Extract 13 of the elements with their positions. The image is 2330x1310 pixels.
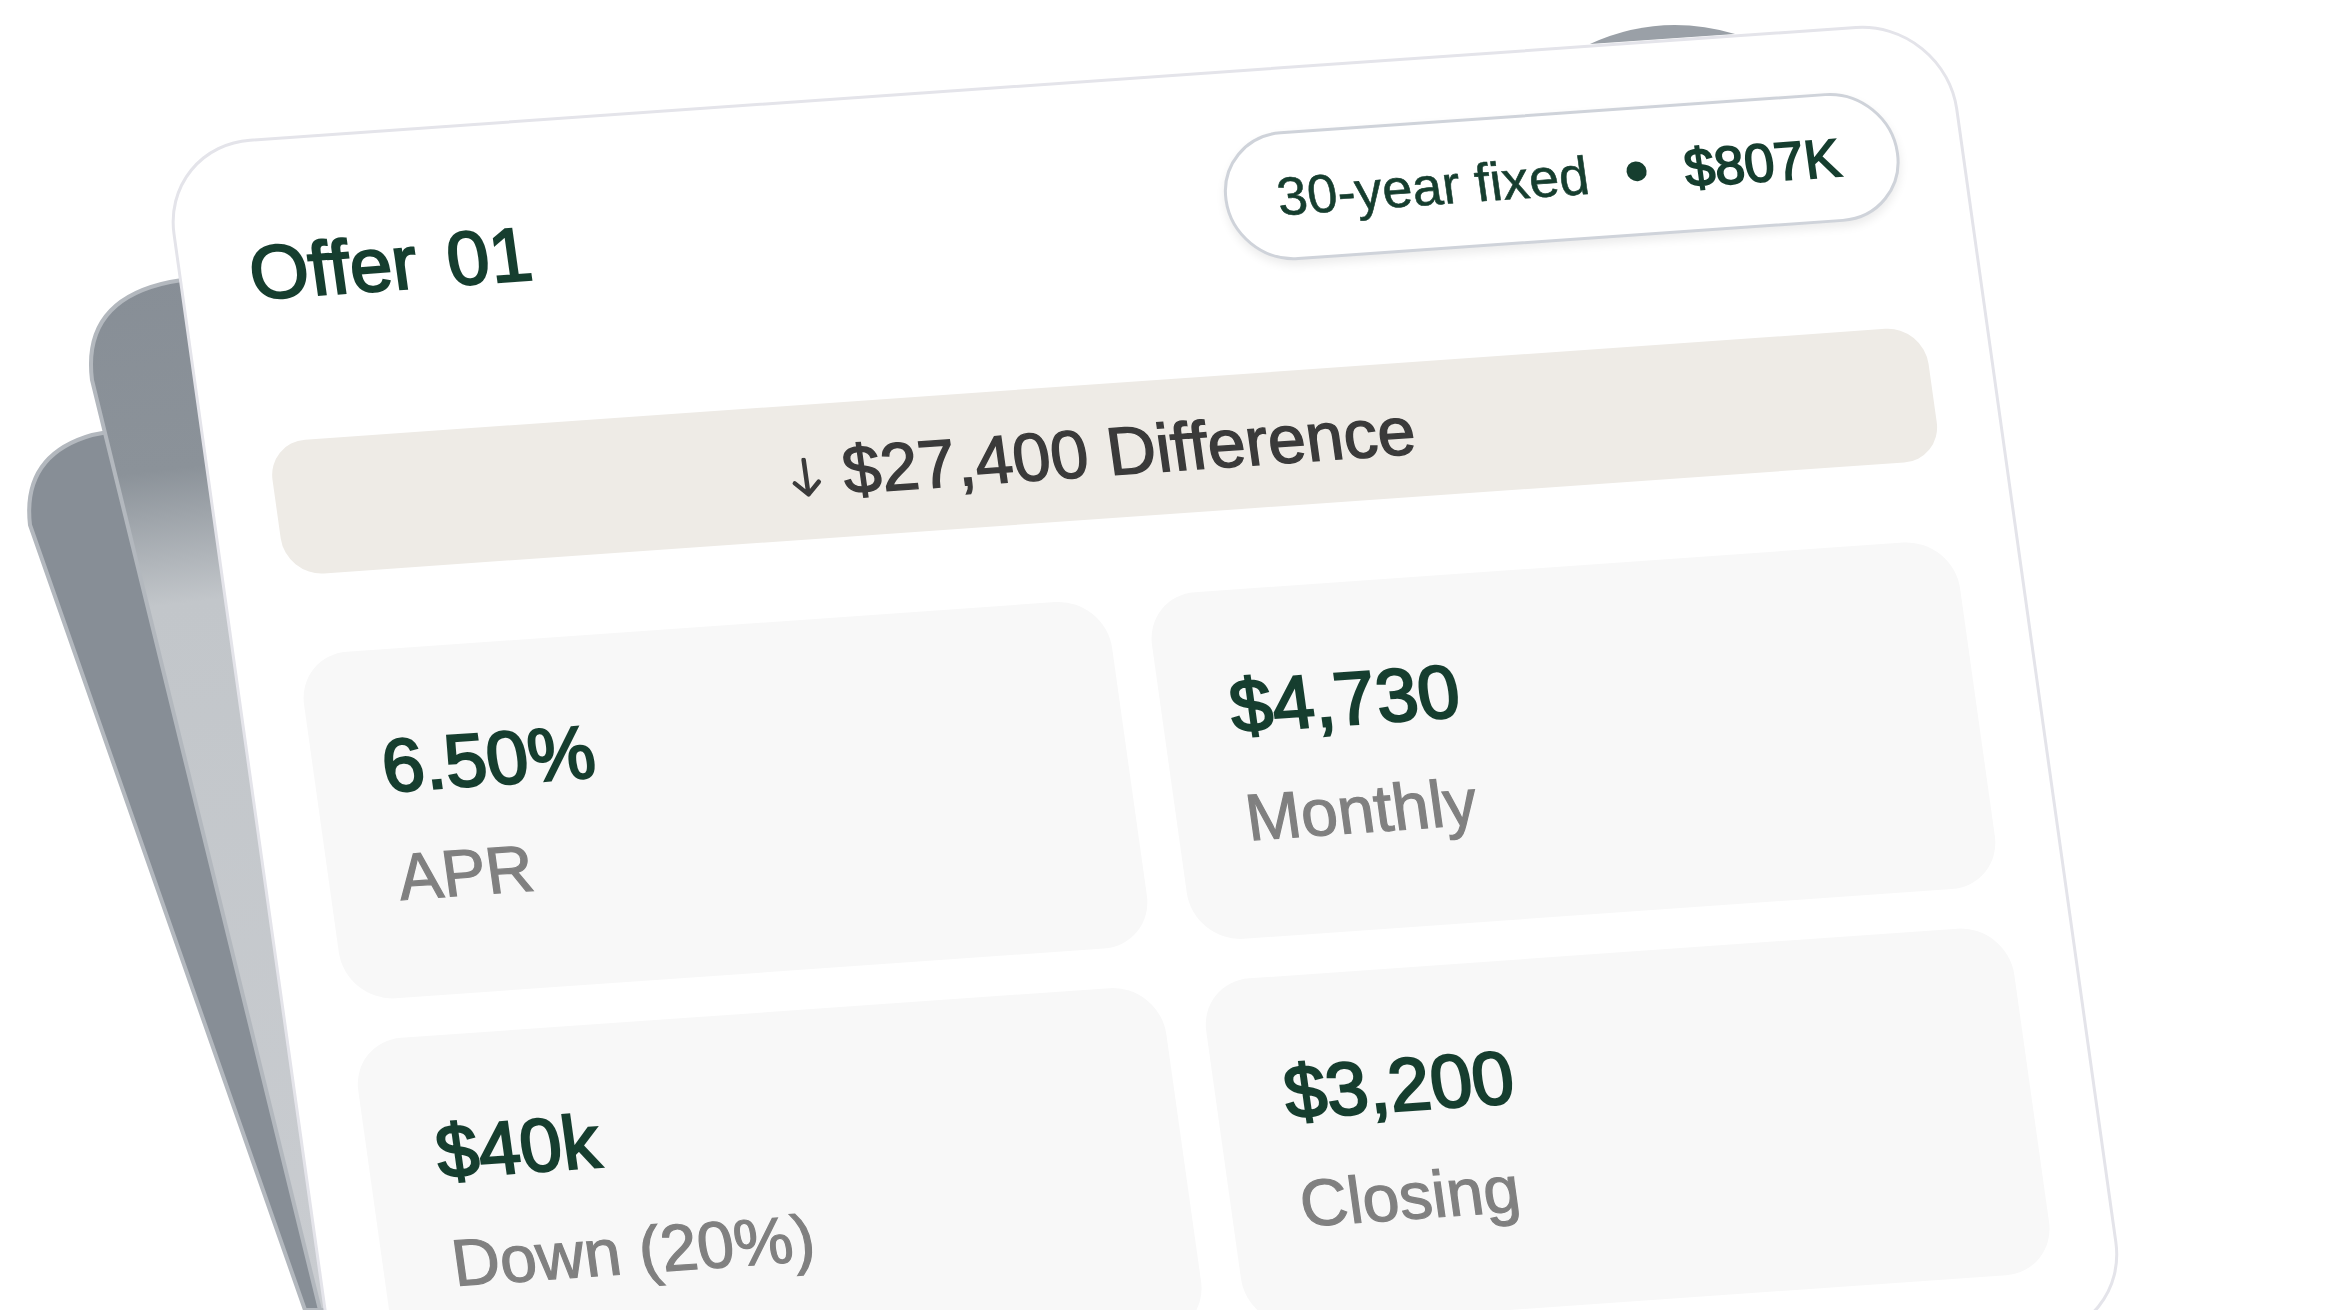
loan-type: 30-year fixed (1272, 144, 1593, 228)
metric-label: Closing (1293, 1150, 1526, 1243)
metric-label: Monthly (1239, 763, 1483, 857)
metric-value: $40k (429, 1098, 606, 1196)
metric-label: APR (391, 830, 540, 916)
difference-text: $27,400 Difference (836, 390, 1421, 509)
metric-value: $4,730 (1223, 648, 1466, 751)
offer-title: Offer 01 (242, 209, 538, 317)
metric-value: $3,200 (1277, 1034, 1521, 1137)
separator-dot-icon (1625, 160, 1648, 182)
metric-label: Down (20%) (445, 1200, 821, 1302)
loan-amount: $807K (1680, 126, 1845, 199)
metric-value: 6.50% (375, 708, 602, 810)
